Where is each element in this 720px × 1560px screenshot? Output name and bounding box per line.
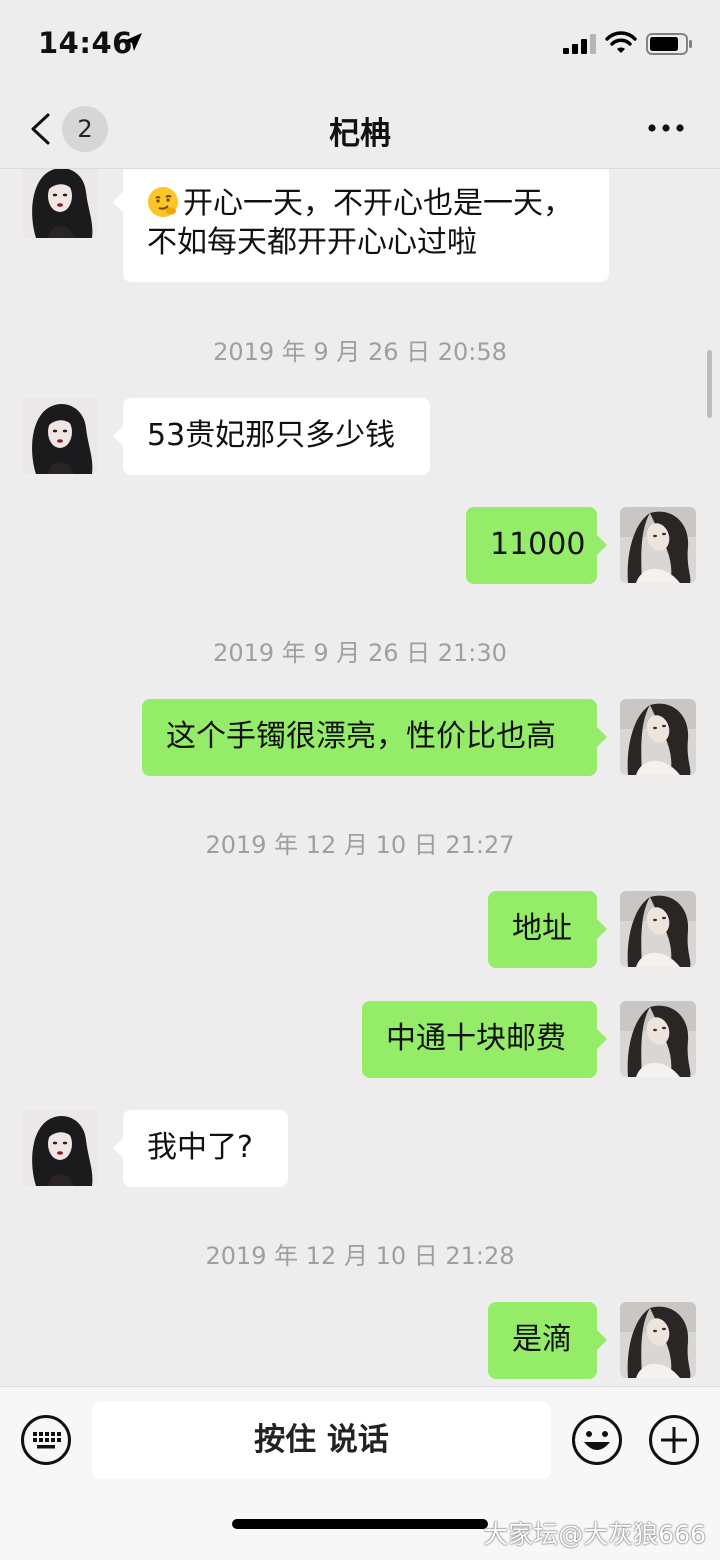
my-avatar[interactable] [620,507,696,583]
my-avatar[interactable] [620,1302,696,1378]
outgoing-message-bubble[interactable]: 11000 [466,507,607,584]
outgoing-message-bubble[interactable]: 中通十块邮费 [362,1001,607,1078]
message-text: 11000 [490,527,586,562]
my-avatar[interactable] [620,699,696,775]
status-bar: 14:46 [0,0,720,90]
message-text: 我中了? [147,1130,253,1165]
chat-header: 2 杞柟 [0,90,720,169]
battery-icon [646,33,692,55]
chat-title: 杞柟 [329,116,391,152]
location-arrow-icon [124,33,142,51]
emoji-icon[interactable] [571,1414,623,1466]
keyboard-icon[interactable] [20,1414,72,1466]
smirk-emoji-icon [148,187,178,217]
more-dots-icon[interactable] [646,122,686,134]
watermark: 大家坛@大灰狼666 [483,1520,706,1549]
message-text: 53贵妃那只多少钱 [147,418,396,453]
outgoing-message-bubble[interactable]: 地址 [488,891,607,968]
message-timestamp: 2019 年 12 月 10 日 21:27 [205,831,515,859]
input-bar: 按住 说话 大家坛@大灰狼666 [0,1386,720,1560]
hold-to-talk-button[interactable]: 按住 说话 [92,1402,551,1479]
message-text: 地址 [512,911,572,946]
message-timestamp: 2019 年 12 月 10 日 21:28 [205,1242,515,1270]
outgoing-message-bubble[interactable]: 是滴 [488,1302,607,1379]
plus-icon[interactable] [648,1414,700,1466]
message-timestamp: 2019 年 9 月 26 日 20:58 [213,338,507,366]
message-list[interactable]: 开心一天，不开心也是一天， 不如每天都开开心心过啦 2019 年 9 月 26 … [0,169,720,1386]
message-text: 是滴 [512,1322,572,1357]
wifi-icon [605,31,637,53]
status-time: 14:46 [38,26,133,60]
message-timestamp: 2019 年 9 月 26 日 21:30 [213,639,507,667]
contact-avatar[interactable] [22,398,98,474]
incoming-message-bubble[interactable]: 开心一天，不开心也是一天， 不如每天都开开心心过啦 [113,169,609,282]
incoming-message-bubble[interactable]: 我中了? [113,1110,288,1187]
contact-avatar[interactable] [22,169,98,238]
message-text: 中通十块邮费 [386,1021,566,1056]
my-avatar[interactable] [620,1001,696,1077]
home-indicator[interactable] [232,1519,488,1529]
message-text: 不如每天都开开心心过啦 [147,225,477,260]
my-avatar[interactable] [620,891,696,967]
message-text: 这个手镯很漂亮，性价比也高 [166,719,556,754]
outgoing-message-bubble[interactable]: 这个手镯很漂亮，性价比也高 [142,699,607,776]
signal-icon [563,34,596,54]
contact-avatar[interactable] [22,1110,98,1186]
message-text: 开心一天，不开心也是一天， [183,186,573,221]
scrollbar[interactable] [707,350,712,418]
incoming-message-bubble[interactable]: 53贵妃那只多少钱 [113,398,430,475]
message-line: 开心一天，不开心也是一天， [147,184,585,223]
